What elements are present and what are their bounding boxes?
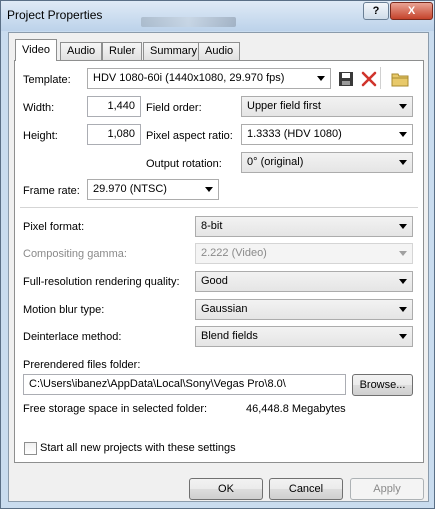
motion-blur-dropdown[interactable]: Gaussian (195, 299, 413, 320)
dialog-client-area: Video Audio Ruler Summary Audio CD Templ… (8, 32, 429, 502)
ok-button[interactable]: OK (189, 478, 263, 500)
output-rotation-value: 0° (original) (247, 156, 304, 168)
output-rotation-dropdown[interactable]: 0° (original) (241, 152, 413, 173)
compositing-gamma-value: 2.222 (Video) (201, 247, 267, 259)
width-field[interactable]: 1,440 (87, 96, 141, 117)
render-quality-label: Full-resolution rendering quality: (23, 276, 180, 288)
tab-summary[interactable]: Summary (143, 42, 205, 60)
chevron-down-icon (399, 104, 407, 109)
frame-rate-value: 29.970 (NTSC) (93, 183, 167, 195)
prerender-folder-field[interactable]: C:\Users\ibanez\AppData\Local\Sony\Vegas… (23, 374, 346, 395)
chevron-down-icon (399, 132, 407, 137)
chevron-down-icon (399, 224, 407, 229)
close-button[interactable]: X (390, 2, 433, 20)
chevron-down-icon (399, 279, 407, 284)
frame-rate-dropdown[interactable]: 29.970 (NTSC) (87, 179, 219, 200)
pixel-aspect-ratio-label: Pixel aspect ratio: (146, 130, 233, 142)
pixel-format-value: 8-bit (201, 220, 223, 232)
tab-video[interactable]: Video (15, 39, 57, 61)
chevron-down-icon (399, 307, 407, 312)
pixel-format-dropdown[interactable]: 8-bit (195, 216, 413, 237)
pixel-format-label: Pixel format: (23, 221, 85, 233)
section-divider (20, 207, 418, 208)
chevron-down-icon (205, 187, 213, 192)
start-all-label[interactable]: Start all new projects with these settin… (40, 442, 236, 454)
width-label: Width: (23, 102, 55, 114)
prerender-folder-label: Prerendered files folder: (23, 359, 141, 371)
help-button[interactable]: ? (363, 2, 389, 20)
tab-audio[interactable]: Audio (60, 42, 103, 60)
height-label: Height: (23, 130, 58, 142)
title-bar-blurred-region (141, 17, 236, 27)
tab-audio-cd[interactable]: Audio CD (198, 42, 241, 73)
chevron-down-icon (317, 76, 325, 81)
compositing-gamma-label: Compositing gamma: (23, 248, 127, 260)
compositing-gamma-dropdown: 2.222 (Video) (195, 243, 413, 264)
template-dropdown[interactable]: HDV 1080-60i (1440x1080, 29.970 fps) (87, 68, 331, 89)
delete-icon[interactable] (360, 70, 378, 88)
render-quality-dropdown[interactable]: Good (195, 271, 413, 292)
motion-blur-value: Gaussian (201, 303, 248, 315)
deinterlace-label: Deinterlace method: (23, 331, 122, 343)
title-bar[interactable]: Project Properties ? X (1, 1, 434, 31)
save-icon[interactable] (337, 70, 355, 88)
chevron-down-icon (399, 251, 407, 256)
toolbar-separator (380, 67, 381, 89)
field-order-dropdown[interactable]: Upper field first (241, 96, 413, 117)
tab-ruler[interactable]: Ruler (102, 42, 143, 60)
render-quality-value: Good (201, 275, 228, 287)
frame-rate-label: Frame rate: (23, 185, 80, 197)
cancel-button[interactable]: Cancel (269, 478, 343, 500)
free-space-value: 46,448.8 Megabytes (246, 403, 346, 415)
deinterlace-dropdown[interactable]: Blend fields (195, 326, 413, 347)
template-value: HDV 1080-60i (1440x1080, 29.970 fps) (93, 72, 285, 84)
pixel-aspect-ratio-dropdown[interactable]: 1.3333 (HDV 1080) (241, 124, 413, 145)
chevron-down-icon (399, 160, 407, 165)
pixel-aspect-ratio-value: 1.3333 (HDV 1080) (247, 128, 342, 140)
open-folder-icon[interactable] (391, 70, 409, 88)
field-order-label: Field order: (146, 102, 202, 114)
motion-blur-label: Motion blur type: (23, 304, 105, 316)
deinterlace-value: Blend fields (201, 330, 258, 342)
field-order-value: Upper field first (247, 100, 321, 112)
video-tab-panel: Template: HDV 1080-60i (1440x1080, 29.97… (14, 60, 424, 463)
output-rotation-label: Output rotation: (146, 158, 222, 170)
window-title: Project Properties (7, 8, 103, 22)
height-field[interactable]: 1,080 (87, 124, 141, 145)
template-label: Template: (23, 74, 71, 86)
chevron-down-icon (399, 334, 407, 339)
start-all-checkbox[interactable] (24, 442, 37, 455)
apply-button: Apply (350, 478, 424, 500)
browse-button[interactable]: Browse... (352, 374, 413, 396)
free-space-label: Free storage space in selected folder: (23, 403, 208, 415)
project-properties-window: Project Properties ? X Video Audio Ruler… (0, 0, 435, 509)
